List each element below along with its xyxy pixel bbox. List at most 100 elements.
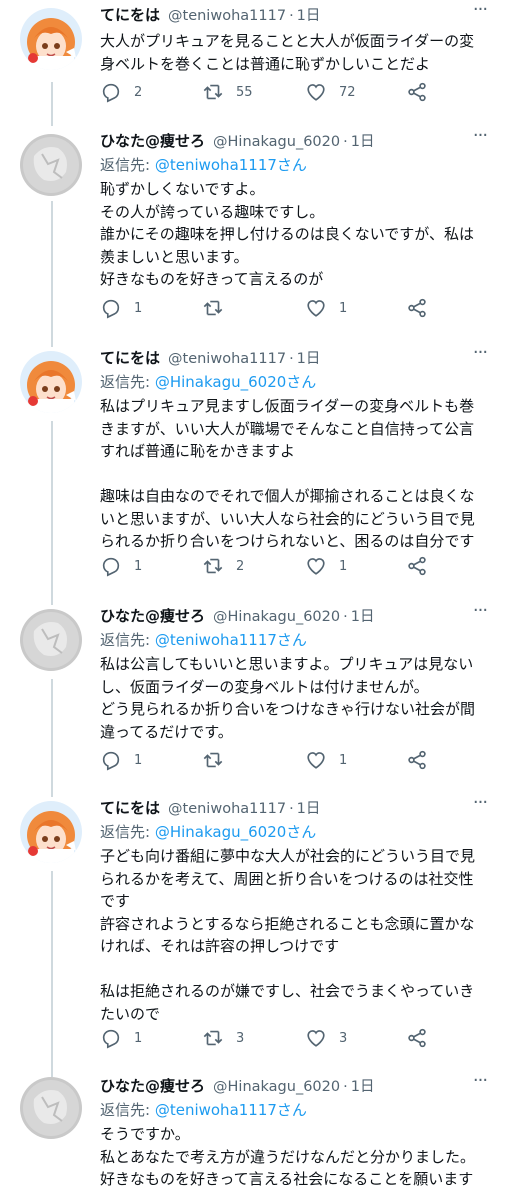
reply-icon (102, 751, 120, 771)
retweet-button[interactable]: 55 (202, 80, 253, 104)
retweet-button[interactable] (202, 296, 236, 320)
reply-context: 返信先: @teniwoha1117さん (100, 629, 490, 651)
reply-icon (102, 83, 120, 103)
timeline: てにをは @teniwoha1117 · 1日 ··· 大人がプリキュアを見るこ… (0, 0, 510, 1200)
reply-icon (102, 557, 120, 577)
tweet-text: 私はプリキュア見ますし仮面ライダーの変身ベルトも巻 きますが、いい大人が職場でそ… (100, 397, 475, 550)
avatar[interactable] (20, 1077, 82, 1139)
retweet-count: 2 (236, 558, 245, 574)
reply-count: 1 (134, 558, 143, 574)
reply-prefix: 返信先: (100, 373, 155, 391)
reply-prefix: 返信先: (100, 1101, 155, 1119)
share-button[interactable] (406, 296, 428, 320)
reply-button[interactable]: 2 (100, 80, 142, 104)
share-button[interactable] (406, 554, 428, 578)
reply-count: 1 (134, 300, 143, 316)
timestamp[interactable]: 1日 (297, 5, 321, 27)
mention-link[interactable]: @teniwoha1117さん (155, 156, 307, 174)
share-button[interactable] (406, 1026, 428, 1050)
separator-dot: · (289, 351, 294, 367)
display-name[interactable]: てにをは (100, 797, 160, 819)
anime-avatar-icon (20, 8, 82, 70)
retweet-button[interactable]: 2 (202, 554, 244, 578)
anime-avatar-icon (20, 801, 82, 863)
reply-icon (102, 299, 120, 319)
user-handle[interactable]: @teniwoha1117 (168, 798, 286, 820)
avatar[interactable] (20, 801, 82, 863)
tweet-header: てにをは @teniwoha1117 · 1日 (100, 4, 490, 28)
retweet-button[interactable] (202, 748, 236, 772)
thread-line (51, 201, 53, 347)
action-bar: 1 2 1 (100, 554, 440, 578)
anime-avatar-icon (20, 351, 82, 413)
mention-link[interactable]: @teniwoha1117さん (155, 1101, 307, 1119)
reply-button[interactable]: 1 (100, 748, 142, 772)
tweet-header: ひなた@痩せろ @Hinakagu_6020 · 1日 (100, 130, 490, 154)
mention-link[interactable]: @teniwoha1117さん (155, 631, 307, 649)
like-button[interactable]: 3 (305, 1026, 347, 1050)
gray-avatar-icon (20, 134, 82, 196)
display-name[interactable]: ひなた@痩せろ (100, 605, 205, 627)
display-name[interactable]: ひなた@痩せろ (100, 1075, 205, 1097)
timestamp[interactable]: 1日 (351, 131, 375, 153)
retweet-count: 3 (236, 1030, 245, 1046)
display-name[interactable]: てにをは (100, 347, 160, 369)
retweet-button[interactable]: 3 (202, 1026, 244, 1050)
more-options-icon[interactable]: ··· (470, 793, 490, 817)
tweet-text: 恥ずかしくないですよ。 その人が誇っている趣味ですし。 誰かにその趣味を押し付け… (100, 180, 474, 288)
more-options-icon[interactable]: ··· (470, 343, 490, 367)
more-options-icon[interactable]: ··· (470, 1071, 490, 1095)
user-handle[interactable]: @teniwoha1117 (168, 348, 286, 370)
like-button[interactable]: 72 (305, 80, 356, 104)
user-handle[interactable]: @Hinakagu_6020 (213, 131, 340, 153)
heart-icon (307, 558, 325, 575)
tweet-header: てにをは @teniwoha1117 · 1日 (100, 347, 490, 371)
like-button[interactable]: 1 (305, 748, 347, 772)
user-handle[interactable]: @Hinakagu_6020 (213, 606, 340, 628)
like-count: 72 (339, 84, 356, 100)
like-button[interactable]: 1 (305, 296, 347, 320)
display-name[interactable]: てにをは (100, 4, 160, 26)
avatar[interactable] (20, 609, 82, 671)
gray-avatar-icon (20, 1077, 82, 1139)
share-button[interactable] (406, 80, 428, 104)
timestamp[interactable]: 1日 (297, 798, 321, 820)
timestamp[interactable]: 1日 (351, 1076, 375, 1098)
timestamp[interactable]: 1日 (297, 348, 321, 370)
reply-context: 返信先: @Hinakagu_6020さん (100, 821, 490, 843)
avatar[interactable] (20, 134, 82, 196)
user-handle[interactable]: @Hinakagu_6020 (213, 1076, 340, 1098)
like-button[interactable]: 1 (305, 554, 347, 578)
reply-button[interactable]: 1 (100, 296, 142, 320)
mention-link[interactable]: @Hinakagu_6020さん (155, 823, 316, 841)
share-icon (408, 750, 426, 770)
more-options-icon[interactable]: ··· (470, 601, 490, 625)
timestamp[interactable]: 1日 (351, 606, 375, 628)
reply-count: 2 (134, 84, 143, 100)
retweet-icon (203, 300, 223, 316)
tweet-text: そうですか。 私とあなたで考え方が違うだけなんだと分かりました。 好きなものを好… (100, 1125, 476, 1188)
avatar[interactable] (20, 351, 82, 413)
reply-context: 返信先: @Hinakagu_6020さん (100, 371, 490, 393)
reply-count: 1 (134, 752, 143, 768)
reply-button[interactable]: 1 (100, 1026, 142, 1050)
heart-icon (307, 84, 325, 101)
heart-icon (307, 1030, 325, 1047)
share-button[interactable] (406, 748, 428, 772)
reply-prefix: 返信先: (100, 631, 155, 649)
more-options-icon[interactable]: ··· (470, 0, 490, 24)
user-handle[interactable]: @teniwoha1117 (168, 5, 286, 27)
reply-button[interactable]: 1 (100, 554, 142, 578)
mention-link[interactable]: @Hinakagu_6020さん (155, 373, 316, 391)
separator-dot: · (343, 1079, 348, 1095)
more-options-icon[interactable]: ··· (470, 126, 490, 150)
heart-icon (307, 752, 325, 769)
retweet-icon (203, 84, 223, 100)
retweet-icon (203, 752, 223, 768)
avatar[interactable] (20, 8, 82, 70)
separator-dot: · (289, 801, 294, 817)
action-bar: 1 3 3 (100, 1026, 440, 1050)
share-icon (408, 1028, 426, 1048)
display-name[interactable]: ひなた@痩せろ (100, 130, 205, 152)
thread-line (51, 82, 53, 126)
